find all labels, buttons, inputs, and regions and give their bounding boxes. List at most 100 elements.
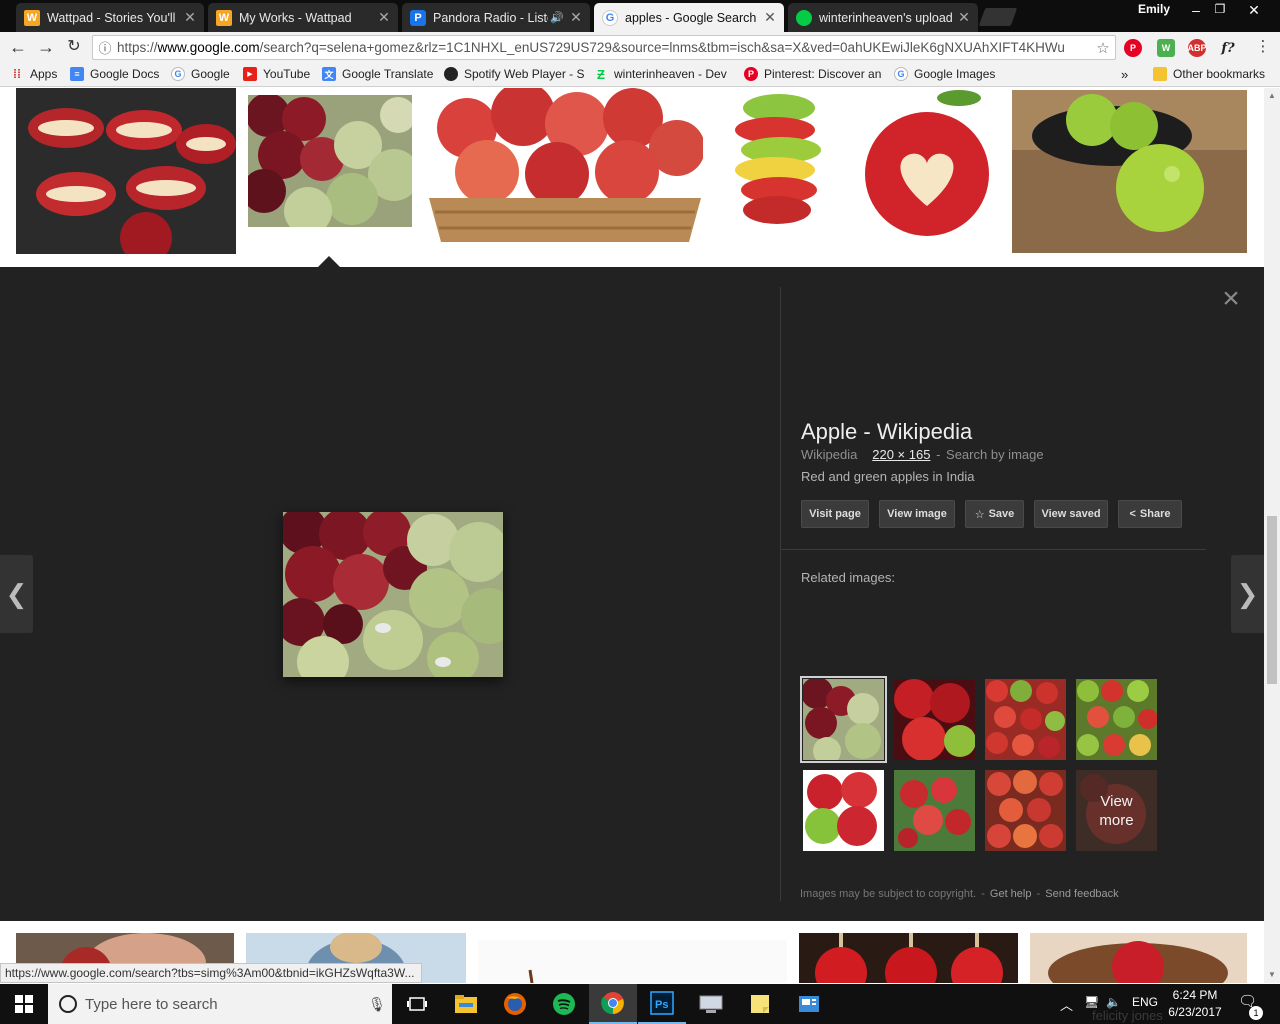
- firefox-button[interactable]: [491, 984, 539, 1024]
- input-language[interactable]: ENG: [1132, 995, 1158, 1009]
- related-image-3[interactable]: [985, 679, 1066, 760]
- start-button[interactable]: [0, 984, 48, 1024]
- bookmark-google-docs[interactable]: ≡ Google Docs: [70, 67, 159, 81]
- network-icon[interactable]: 🖥: [1084, 995, 1099, 1009]
- tab-apples-google-search[interactable]: G apples - Google Search ✕: [594, 3, 784, 32]
- bookmark-label: Google Translate: [342, 67, 434, 81]
- profile-name[interactable]: Emily: [1138, 2, 1170, 16]
- bookmark-spotify[interactable]: Spotify Web Player - S: [444, 67, 584, 81]
- scrollbar-thumb[interactable]: [1267, 516, 1277, 684]
- pinterest-extension-icon[interactable]: P: [1124, 39, 1142, 57]
- tab-wattpad-stories[interactable]: W Wattpad - Stories You'll L ✕: [16, 3, 204, 32]
- chrome-menu-icon[interactable]: ⋮: [1252, 37, 1274, 57]
- result-image[interactable]: [427, 88, 703, 242]
- visit-page-button[interactable]: Visit page: [801, 500, 869, 528]
- system-clock[interactable]: 6:24 PM 6/23/2017: [1166, 987, 1224, 1021]
- window-close-icon[interactable]: ✕: [1244, 2, 1264, 19]
- image-title[interactable]: Apple - Wikipedia: [801, 419, 972, 445]
- preview-image[interactable]: [277, 506, 517, 688]
- bookmark-youtube[interactable]: ▶ YouTube: [243, 67, 310, 81]
- formula-extension-icon[interactable]: f?: [1219, 39, 1237, 57]
- search-placeholder: Type here to search: [85, 995, 218, 1013]
- related-image-1[interactable]: [800, 676, 887, 763]
- sticky-notes-button[interactable]: [736, 984, 784, 1024]
- wattpad-icon: W: [216, 9, 232, 26]
- next-image-button[interactable]: ❯: [1231, 555, 1264, 633]
- result-image-selected[interactable]: [248, 95, 412, 227]
- google-icon: G: [171, 67, 185, 81]
- volume-icon[interactable]: 🔈: [1106, 995, 1121, 1009]
- previous-image-button[interactable]: ❮: [0, 555, 33, 633]
- view-image-button[interactable]: View image: [879, 500, 955, 528]
- save-button[interactable]: ☆ Save: [965, 500, 1024, 528]
- result-image[interactable]: [1012, 90, 1247, 253]
- close-icon[interactable]: ✕: [956, 9, 972, 26]
- result-image[interactable]: [16, 88, 236, 254]
- search-by-image-link[interactable]: Search by image: [946, 447, 1044, 462]
- deviantart-icon: [796, 9, 812, 26]
- share-button[interactable]: < Share: [1118, 500, 1182, 528]
- related-image-4[interactable]: [1076, 679, 1157, 760]
- show-hidden-icons-button[interactable]: ︿: [1060, 995, 1073, 1014]
- address-bar[interactable]: ⓘ https://www.google.com/search?q=selena…: [92, 35, 1116, 60]
- url-text[interactable]: https://www.google.com/search?q=selena+g…: [117, 40, 1091, 55]
- minimize-icon[interactable]: –: [1186, 2, 1206, 18]
- result-image[interactable]: [719, 88, 839, 234]
- result-image[interactable]: [1030, 933, 1247, 983]
- scroll-up-icon[interactable]: ▲: [1268, 91, 1276, 100]
- result-image[interactable]: [478, 940, 787, 983]
- related-image-5[interactable]: [803, 770, 884, 851]
- related-image-7[interactable]: [985, 770, 1066, 851]
- scroll-down-icon[interactable]: ▼: [1268, 970, 1276, 979]
- tab-winterinheaven-uploads[interactable]: winterinheaven's uploads ✕: [788, 3, 978, 32]
- restore-icon[interactable]: ❐: [1210, 2, 1230, 16]
- taskbar-search-box[interactable]: Type here to search 🎙: [48, 984, 392, 1024]
- chrome-button[interactable]: [589, 984, 637, 1024]
- computer-app-button[interactable]: [687, 984, 735, 1024]
- spotify-button[interactable]: [540, 984, 588, 1024]
- forward-button[interactable]: →: [35, 37, 57, 57]
- bookmark-apps[interactable]: ⁞⁞ Apps: [10, 67, 57, 81]
- photoshop-button[interactable]: Ps: [638, 984, 686, 1024]
- speaker-icon[interactable]: 🔊: [550, 11, 564, 24]
- tab-label: My Works - Wattpad: [239, 10, 352, 25]
- tab-pandora[interactable]: P Pandora Radio - Listen 🔊 ✕: [402, 3, 590, 32]
- extension-icon[interactable]: W: [1157, 39, 1175, 57]
- send-feedback-link[interactable]: Send feedback: [1045, 888, 1118, 900]
- related-image-2[interactable]: [894, 679, 975, 760]
- close-icon[interactable]: ✕: [762, 9, 778, 26]
- back-button[interactable]: ←: [7, 37, 29, 57]
- page-scrollbar[interactable]: ▲ ▼: [1264, 88, 1280, 983]
- reload-button[interactable]: ↻: [63, 37, 85, 57]
- close-icon[interactable]: ✕: [182, 9, 198, 26]
- close-icon[interactable]: ✕: [568, 9, 584, 26]
- view-more-tile[interactable]: View more: [1076, 770, 1157, 851]
- candy-apples-photo: [799, 933, 1018, 983]
- browser-toolbar: ← → ↻ ⓘ https://www.google.com/search?q=…: [0, 32, 1280, 63]
- task-view-button[interactable]: [393, 984, 441, 1024]
- result-image[interactable]: [855, 88, 1000, 242]
- tab-my-works[interactable]: W My Works - Wattpad ✕: [208, 3, 398, 32]
- bookmark-star-icon[interactable]: ☆: [1091, 39, 1115, 57]
- bookmark-other-bookmarks[interactable]: Other bookmarks: [1153, 67, 1265, 81]
- image-dimensions-link[interactable]: 220 × 165: [872, 447, 930, 462]
- close-viewer-button[interactable]: ×: [1218, 284, 1244, 314]
- control-panel-button[interactable]: [785, 984, 833, 1024]
- adblock-plus-icon[interactable]: ABP: [1188, 39, 1207, 57]
- info-icon[interactable]: ⓘ: [93, 38, 117, 57]
- bookmark-google[interactable]: G Google: [171, 67, 230, 81]
- bookmark-deviantart[interactable]: Ƶ winterinheaven - Dev: [594, 67, 734, 81]
- bookmarks-overflow-button[interactable]: »: [1121, 67, 1128, 82]
- close-icon[interactable]: ✕: [376, 9, 392, 26]
- view-more-link[interactable]: View more: [1076, 770, 1157, 851]
- result-image[interactable]: [799, 933, 1018, 983]
- microphone-icon[interactable]: 🎙: [362, 996, 392, 1013]
- view-saved-button[interactable]: View saved: [1034, 500, 1108, 528]
- bookmark-google-translate[interactable]: 文 Google Translate: [322, 67, 433, 81]
- related-image-6[interactable]: [894, 770, 975, 851]
- bookmark-pinterest[interactable]: P Pinterest: Discover an: [744, 67, 882, 81]
- file-explorer-button[interactable]: [442, 984, 490, 1024]
- new-tab-button[interactable]: [978, 8, 1018, 26]
- bookmark-google-images[interactable]: G Google Images: [894, 67, 995, 81]
- get-help-link[interactable]: Get help: [990, 888, 1032, 900]
